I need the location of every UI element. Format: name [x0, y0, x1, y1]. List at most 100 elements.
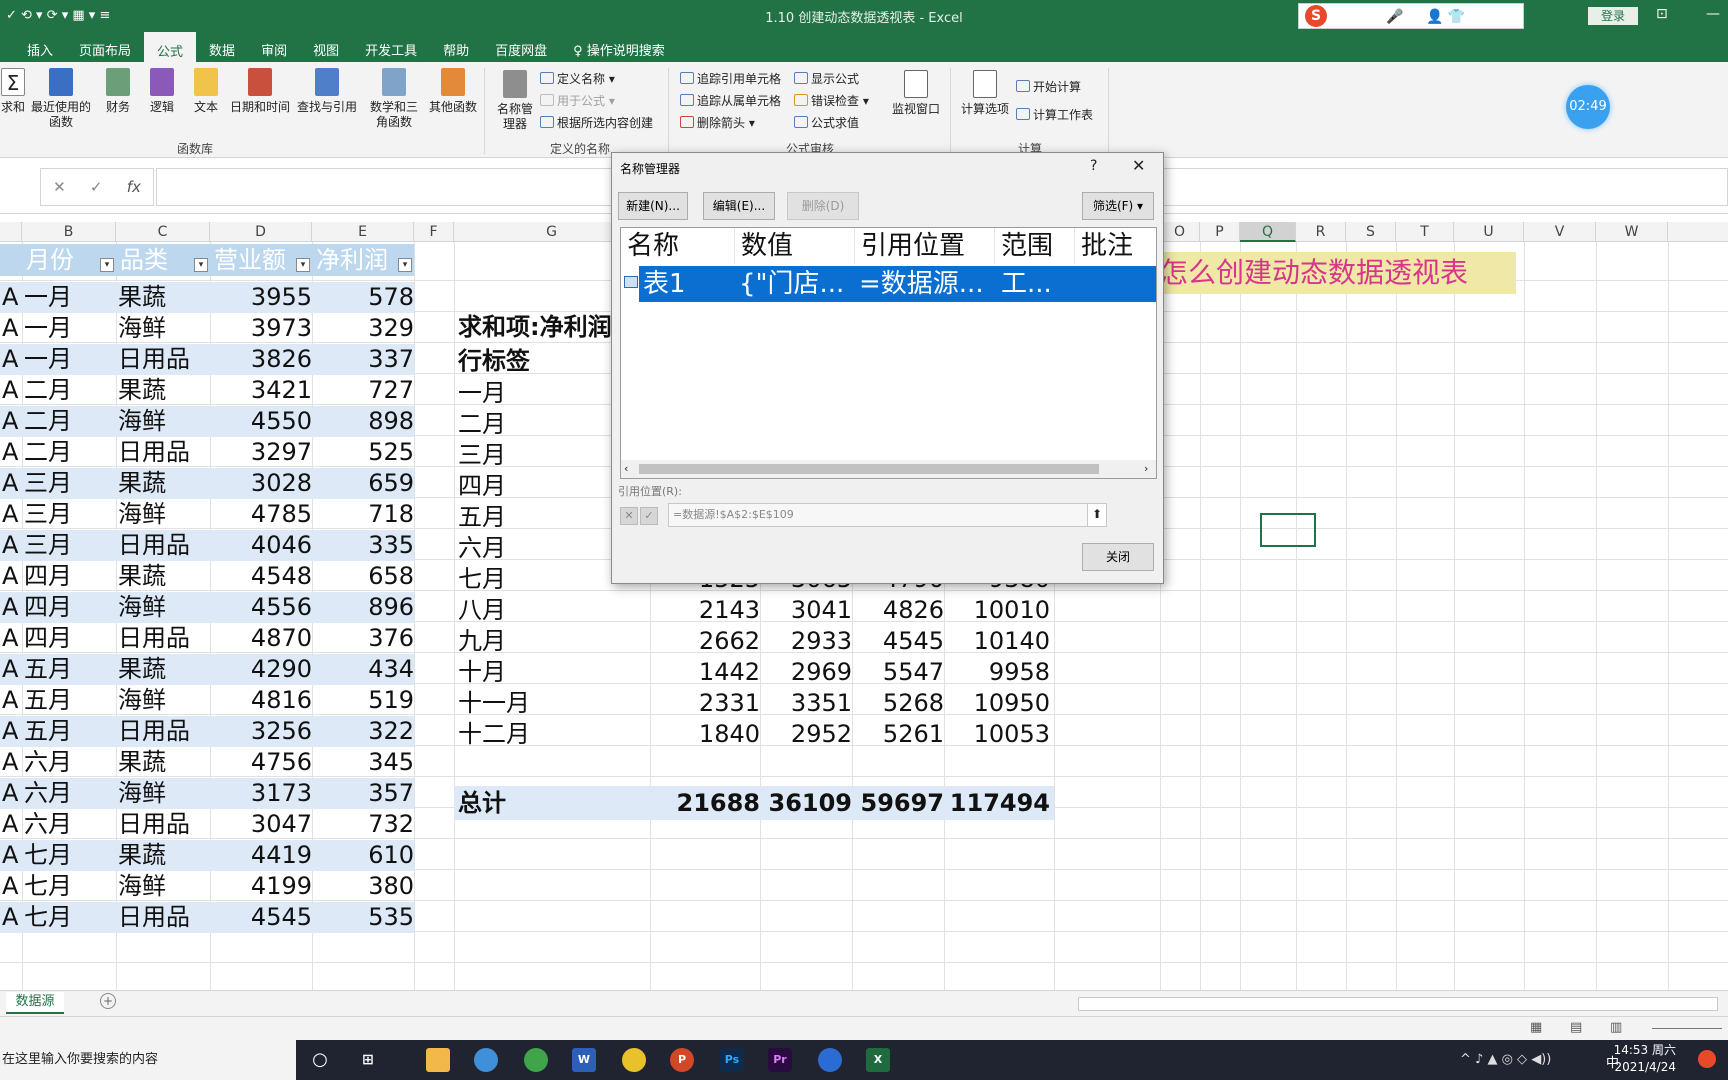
filter-dropdown-icon[interactable]: ▾: [296, 258, 310, 272]
table-cell-month[interactable]: 三月: [24, 468, 118, 499]
table-cell-profit[interactable]: 335: [314, 530, 414, 561]
word-icon[interactable]: W: [572, 1048, 596, 1072]
table-cell-month[interactable]: 二月: [24, 406, 118, 437]
table-cell-revenue[interactable]: 3028: [212, 468, 312, 499]
insert-function-icon[interactable]: fx: [127, 178, 141, 196]
table-cell-category[interactable]: 海鲜: [118, 871, 212, 902]
tab-developer[interactable]: 开发工具: [352, 32, 430, 62]
table-cell-month[interactable]: 一月: [24, 282, 118, 313]
table-cell-profit[interactable]: 659: [314, 468, 414, 499]
table-cell-category[interactable]: 日用品: [118, 437, 212, 468]
pivot-row-label[interactable]: 十月: [458, 657, 506, 688]
table-cell-month[interactable]: 二月: [24, 437, 118, 468]
restore-ribbon-icon[interactable]: ⊡: [1656, 6, 1668, 22]
calc-sheet-button[interactable]: 计算工作表: [1016, 106, 1093, 123]
table-cell-a-fragment[interactable]: A: [2, 561, 24, 592]
table-cell-a-fragment[interactable]: A: [2, 871, 24, 902]
table-cell-revenue[interactable]: 3173: [212, 778, 312, 809]
help-icon[interactable]: ?: [1090, 158, 1097, 174]
column-header-Q[interactable]: Q: [1240, 222, 1296, 242]
cancel-icon[interactable]: ✕: [53, 178, 66, 196]
table-cell-month[interactable]: 一月: [24, 344, 118, 375]
table-cell-revenue[interactable]: 4870: [212, 623, 312, 654]
table-cell-a-fragment[interactable]: A: [2, 685, 24, 716]
table-cell-a-fragment[interactable]: A: [2, 406, 24, 437]
table-cell-revenue[interactable]: 4046: [212, 530, 312, 561]
pivot-value[interactable]: 10950: [944, 688, 1050, 719]
pivot-value[interactable]: 9958: [944, 657, 1050, 688]
table-cell-revenue[interactable]: 4290: [212, 654, 312, 685]
tab-data[interactable]: 数据: [196, 32, 248, 62]
filter-dropdown-icon[interactable]: ▾: [100, 258, 114, 272]
watch-window-button[interactable]: 监视窗口: [890, 68, 942, 117]
table-cell-revenue[interactable]: 4785: [212, 499, 312, 530]
scroll-left-icon[interactable]: ‹: [624, 462, 628, 475]
table-cell-revenue[interactable]: 4556: [212, 592, 312, 623]
normal-view-icon[interactable]: ▦: [1530, 1020, 1542, 1035]
table-cell-a-fragment[interactable]: A: [2, 530, 24, 561]
table-cell-category[interactable]: 果蔬: [118, 375, 212, 406]
autosum-button[interactable]: Σ 求和: [0, 66, 26, 115]
photoshop-icon[interactable]: Ps: [720, 1048, 744, 1072]
table-cell-a-fragment[interactable]: A: [2, 654, 24, 685]
table-cell-month[interactable]: 三月: [24, 499, 118, 530]
zoom-slider[interactable]: [1652, 1028, 1722, 1029]
evaluate-formula-button[interactable]: 公式求值: [794, 114, 859, 131]
table-cell-profit[interactable]: 357: [314, 778, 414, 809]
table-cell-profit[interactable]: 345: [314, 747, 414, 778]
column-header-B[interactable]: B: [22, 222, 116, 242]
browser-icon[interactable]: [474, 1048, 498, 1072]
pivot-row-label[interactable]: 十一月: [458, 688, 530, 719]
table-cell-profit[interactable]: 322: [314, 716, 414, 747]
column-header-V[interactable]: V: [1524, 222, 1596, 242]
table-cell-category[interactable]: 海鲜: [118, 313, 212, 344]
table-cell-category[interactable]: 日用品: [118, 530, 212, 561]
tab-help[interactable]: 帮助: [430, 32, 482, 62]
column-header-A[interactable]: [0, 222, 22, 242]
show-formulas-button[interactable]: 显示公式: [794, 70, 859, 87]
pivot-total-value[interactable]: 59697: [852, 786, 945, 820]
pivot-row-label[interactable]: 九月: [458, 626, 506, 657]
table-cell-month[interactable]: 六月: [24, 778, 118, 809]
table-cell-profit[interactable]: 376: [314, 623, 414, 654]
table-cell-profit[interactable]: 434: [314, 654, 414, 685]
horizontal-scrollbar[interactable]: ‹ ›: [621, 460, 1156, 478]
pivot-row-label[interactable]: 四月: [458, 471, 506, 502]
column-header-T[interactable]: T: [1396, 222, 1454, 242]
column-header-C[interactable]: C: [116, 222, 210, 242]
source-header-revenue[interactable]: 营业额 ▾: [210, 244, 312, 276]
ime-toolbar[interactable]: S 中 °, ☺ 🎤 ▦ 👤 👕 ▦: [1298, 3, 1524, 29]
table-cell-profit[interactable]: 727: [314, 375, 414, 406]
table-cell-month[interactable]: 六月: [24, 809, 118, 840]
table-cell-a-fragment[interactable]: A: [2, 375, 24, 406]
pivot-row-label[interactable]: 三月: [458, 440, 506, 471]
recent-functions-button[interactable]: 最近使用的函数: [30, 66, 92, 130]
pivot-row-label[interactable]: 一月: [458, 378, 506, 409]
table-cell-revenue[interactable]: 4550: [212, 406, 312, 437]
table-cell-profit[interactable]: 898: [314, 406, 414, 437]
table-cell-category[interactable]: 海鲜: [118, 685, 212, 716]
lookup-reference-button[interactable]: 查找与引用: [296, 66, 358, 115]
table-cell-a-fragment[interactable]: A: [2, 623, 24, 654]
table-cell-revenue[interactable]: 4545: [212, 902, 312, 933]
pivot-value[interactable]: 5268: [852, 688, 944, 719]
cortana-icon[interactable]: ○: [308, 1048, 332, 1072]
table-cell-category[interactable]: 海鲜: [118, 499, 212, 530]
table-cell-category[interactable]: 果蔬: [118, 840, 212, 871]
sheet-hscrollbar[interactable]: [1078, 997, 1718, 1011]
source-header-profit[interactable]: 净利润 ▾: [312, 244, 414, 276]
table-cell-a-fragment[interactable]: A: [2, 809, 24, 840]
math-trig-button[interactable]: 数学和三角函数: [366, 66, 422, 130]
pivot-value[interactable]: 5261: [852, 719, 944, 750]
column-header-O[interactable]: O: [1160, 222, 1200, 242]
table-cell-a-fragment[interactable]: A: [2, 778, 24, 809]
chrome-icon[interactable]: [622, 1048, 646, 1072]
column-header-D[interactable]: D: [210, 222, 312, 242]
table-cell-profit[interactable]: 658: [314, 561, 414, 592]
powerpoint-icon[interactable]: P: [670, 1048, 694, 1072]
tab-page-layout[interactable]: 页面布局: [66, 32, 144, 62]
pivot-value[interactable]: 1442: [650, 657, 760, 688]
table-cell-a-fragment[interactable]: A: [2, 344, 24, 375]
pivot-value[interactable]: 2143: [650, 595, 760, 626]
table-cell-month[interactable]: 五月: [24, 685, 118, 716]
